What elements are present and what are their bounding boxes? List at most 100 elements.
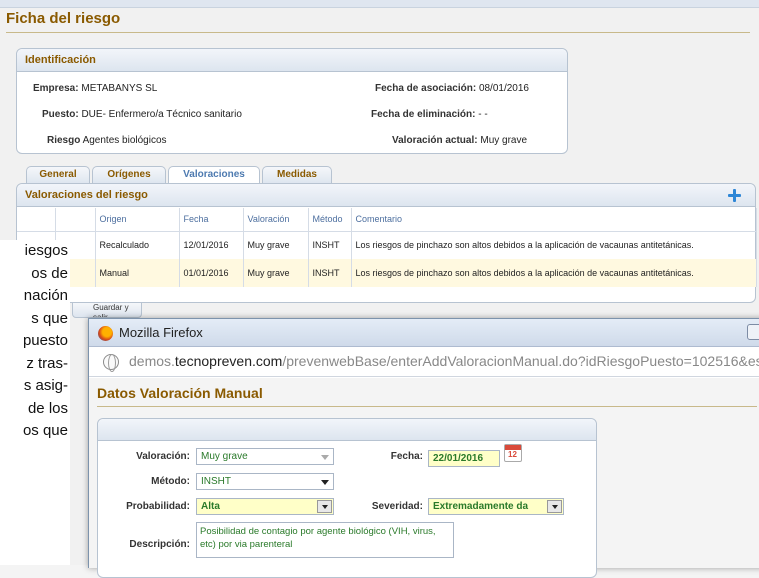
valoraciones-panel: Valoraciones del riesgo Origen Fecha Val… [16, 183, 757, 303]
text-line: z tras- [26, 354, 68, 372]
severidad-label: Severidad: [371, 501, 423, 512]
header-blank-2 [55, 208, 96, 232]
form-panel: Valoración: Muy grave Fecha: 22/01/2016 … [97, 418, 597, 578]
window-control-button[interactable] [747, 324, 759, 340]
metodo-label: Método: [151, 476, 190, 487]
table-header-row: Origen Fecha Valoración Método Comentari… [17, 208, 757, 232]
row-metodo: INSHT [308, 231, 352, 259]
valoraciones-title: Valoraciones del riesgo [17, 184, 755, 207]
page-title: Ficha del riesgo [6, 10, 121, 27]
row-origen: Manual [95, 259, 180, 287]
chevron-down-icon [321, 455, 329, 460]
form-area: Datos Valoración Manual Valoración: Muy … [89, 378, 759, 578]
probabilidad-label: Probabilidad: [126, 501, 190, 512]
severidad-select-value: Extremadamente da [433, 501, 529, 512]
valoracion-select-value: Muy grave [201, 451, 248, 462]
firefox-logo-icon [98, 326, 113, 341]
valoracion-select[interactable]: Muy grave [196, 448, 334, 465]
valoracion-label: Valoración: [136, 451, 190, 462]
metodo-select[interactable]: INSHT [196, 473, 334, 490]
puesto-label: Puesto: [42, 109, 79, 120]
firefox-titlebar: Mozilla Firefox [89, 319, 759, 347]
header-valoracion: Valoración [243, 208, 309, 232]
top-bar [0, 0, 759, 8]
riesgo-row: Riesgo Agentes biológicos [47, 135, 167, 146]
probabilidad-select[interactable]: Alta [196, 498, 334, 515]
identificacion-title: Identificación [17, 49, 567, 72]
empresa-row: Empresa: METABANYS SL [33, 83, 157, 94]
url-prefix: demos. [129, 353, 175, 369]
header-blank-1 [17, 208, 56, 232]
row-valoracion: Muy grave [243, 231, 309, 259]
tab-medidas[interactable]: Medidas [262, 166, 332, 184]
text-line: de los [27, 399, 68, 417]
header-metodo: Método [308, 208, 352, 232]
text-line: s asig- [23, 377, 68, 394]
puesto-row: Puesto: DUE- Enfermero/a Técnico sanitar… [42, 109, 242, 120]
empresa-value: METABANYS SL [81, 83, 158, 94]
row-comentario: Los riesgos de pinchazo son altos debido… [351, 231, 757, 259]
row-fecha: 01/01/2016 [179, 259, 244, 287]
form-title: Datos Valoración Manual [97, 385, 263, 401]
title-divider [6, 32, 750, 33]
text-line: os de [31, 264, 68, 282]
valoracion-actual-label: Valoración actual: [392, 135, 478, 146]
fecha-eliminacion-label: Fecha de eliminación: [371, 109, 476, 120]
identificacion-panel: Identificación Empresa: METABANYS SL Pue… [16, 48, 568, 154]
table-row[interactable]: Manual 01/01/2016 Muy grave INSHT Los ri… [17, 259, 757, 287]
form-title-divider [97, 406, 757, 407]
header-comentario: Comentario [351, 208, 757, 232]
document-text-fragment: iesgos os de nación s que puesto z tras-… [0, 240, 70, 565]
text-line: puesto [22, 332, 68, 349]
row-origen: Recalculado [95, 231, 180, 259]
header-fecha: Fecha [179, 208, 244, 232]
text-line: nación [23, 287, 68, 304]
text-line: s que [31, 309, 68, 327]
text-line: os que [22, 422, 68, 439]
row-fecha: 12/01/2016 [179, 231, 244, 259]
descripcion-label: Descripción: [129, 539, 190, 550]
url-domain: tecnopreven.com [174, 353, 283, 369]
firefox-window: Mozilla Firefox demos.tecnopreven.com/pr… [88, 318, 759, 578]
address-bar[interactable]: demos.tecnopreven.com/prevenwebBase/ente… [89, 347, 759, 377]
text-line: iesgos [24, 242, 68, 259]
tab-general[interactable]: General [26, 166, 90, 184]
row-valoracion: Muy grave [243, 259, 309, 287]
fecha-eliminacion-value: - - [478, 109, 488, 120]
calendar-day: 12 [508, 450, 517, 459]
riesgo-value: Agentes biológicos [82, 135, 167, 146]
form-panel-header [98, 419, 596, 441]
valoracion-actual-row: Valoración actual: Muy grave [392, 135, 527, 146]
chevron-down-icon [317, 500, 332, 513]
calendar-icon[interactable]: 12 [504, 444, 522, 462]
globe-icon [103, 354, 119, 372]
fecha-asociacion-label: Fecha de asociación: [375, 83, 477, 94]
fecha-asociacion-value: 08/01/2016 [478, 83, 529, 94]
valoraciones-table: Origen Fecha Valoración Método Comentari… [17, 208, 757, 287]
header-origen: Origen [95, 208, 180, 232]
tab-valoraciones[interactable]: Valoraciones [168, 166, 260, 184]
probabilidad-select-value: Alta [201, 501, 220, 512]
chevron-down-icon [547, 500, 562, 513]
metodo-select-value: INSHT [201, 476, 231, 487]
descripcion-textarea[interactable]: Posibilidad de contagio por agente bioló… [196, 522, 454, 558]
severidad-select[interactable]: Extremadamente da [428, 498, 564, 515]
fecha-input[interactable]: 22/01/2016 [428, 450, 500, 467]
fecha-label: Fecha: [390, 451, 423, 462]
row-comentario: Los riesgos de pinchazo son altos debido… [351, 259, 757, 287]
fecha-asociacion-row: Fecha de asociación: 08/01/2016 [375, 83, 529, 94]
valoracion-actual-value: Muy grave [480, 135, 528, 146]
add-icon[interactable] [728, 189, 741, 202]
riesgo-label: Riesgo [47, 135, 81, 146]
empresa-label: Empresa: [33, 83, 79, 94]
table-row[interactable]: Recalculado 12/01/2016 Muy grave INSHT L… [17, 231, 757, 259]
window-title: Mozilla Firefox [119, 325, 203, 340]
url-path: /prevenwebBase/enterAddValoracionManual.… [282, 353, 759, 369]
tab-origenes[interactable]: Orígenes [92, 166, 166, 184]
url-text[interactable]: demos.tecnopreven.com/prevenwebBase/ente… [129, 353, 759, 369]
puesto-value: DUE- Enfermero/a Técnico sanitario [81, 109, 242, 120]
chevron-down-icon [321, 480, 329, 485]
guardar-salir-button[interactable]: Guardar y salir [72, 302, 142, 318]
row-metodo: INSHT [308, 259, 352, 287]
fecha-eliminacion-row: Fecha de eliminación: - - [371, 109, 488, 120]
